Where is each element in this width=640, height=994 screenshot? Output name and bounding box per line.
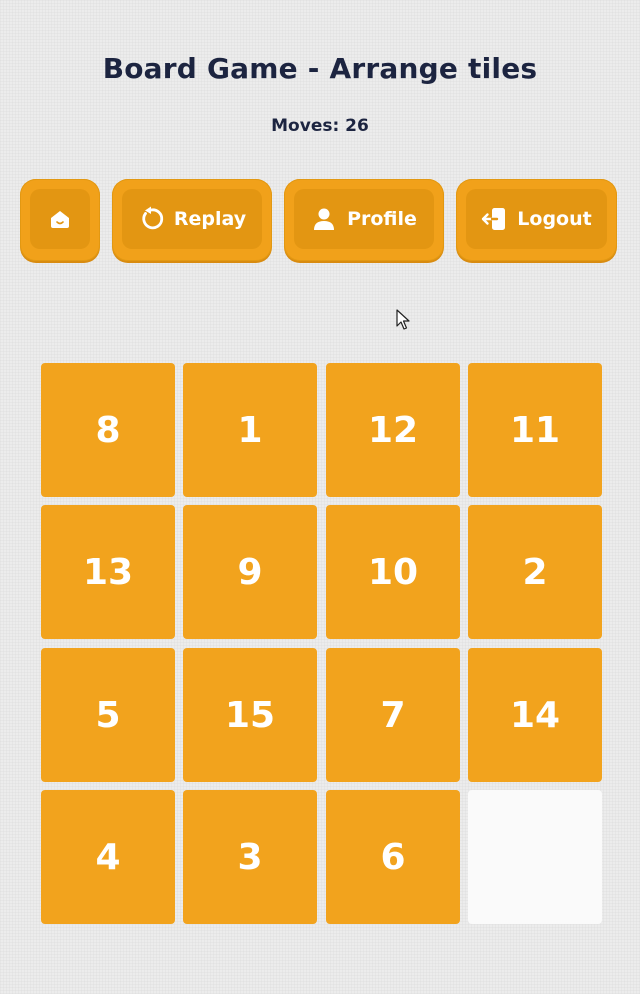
tile-2[interactable]: 2 bbox=[468, 505, 602, 639]
home-button[interactable] bbox=[20, 179, 100, 261]
tile-8[interactable]: 8 bbox=[41, 363, 175, 497]
replay-button-face: Replay bbox=[122, 189, 262, 249]
tile-11[interactable]: 11 bbox=[468, 363, 602, 497]
profile-button-face: Profile bbox=[294, 189, 434, 249]
logout-label: Logout bbox=[517, 208, 592, 230]
user-icon bbox=[311, 206, 337, 232]
home-button-face bbox=[30, 189, 90, 249]
logout-button[interactable]: Logout bbox=[456, 179, 617, 261]
tile-13[interactable]: 13 bbox=[41, 505, 175, 639]
empty-tile bbox=[468, 790, 602, 924]
profile-label: Profile bbox=[347, 208, 417, 230]
tile-9[interactable]: 9 bbox=[183, 505, 317, 639]
profile-button[interactable]: Profile bbox=[284, 179, 444, 261]
tile-12[interactable]: 12 bbox=[326, 363, 460, 497]
page-title: Board Game - Arrange tiles bbox=[102, 52, 538, 85]
tile-1[interactable]: 1 bbox=[183, 363, 317, 497]
replay-label: Replay bbox=[173, 208, 247, 230]
tile-15[interactable]: 15 bbox=[183, 648, 317, 782]
mouse-cursor-icon bbox=[396, 309, 410, 335]
tile-7[interactable]: 7 bbox=[326, 648, 460, 782]
home-icon bbox=[47, 206, 73, 232]
replay-icon bbox=[138, 206, 164, 232]
replay-button[interactable]: Replay bbox=[112, 179, 272, 261]
tile-14[interactable]: 14 bbox=[468, 648, 602, 782]
tile-5[interactable]: 5 bbox=[41, 648, 175, 782]
logout-icon bbox=[481, 206, 507, 232]
tile-6[interactable]: 6 bbox=[326, 790, 460, 924]
tile-10[interactable]: 10 bbox=[326, 505, 460, 639]
tile-4[interactable]: 4 bbox=[41, 790, 175, 924]
toolbar: Replay Profile Logout bbox=[20, 179, 618, 261]
moves-counter: Moves: 26 bbox=[271, 116, 369, 136]
puzzle-board: 8 1 12 11 13 9 10 2 5 15 7 14 4 3 6 bbox=[41, 363, 602, 924]
tile-3[interactable]: 3 bbox=[183, 790, 317, 924]
logout-button-face: Logout bbox=[466, 189, 607, 249]
